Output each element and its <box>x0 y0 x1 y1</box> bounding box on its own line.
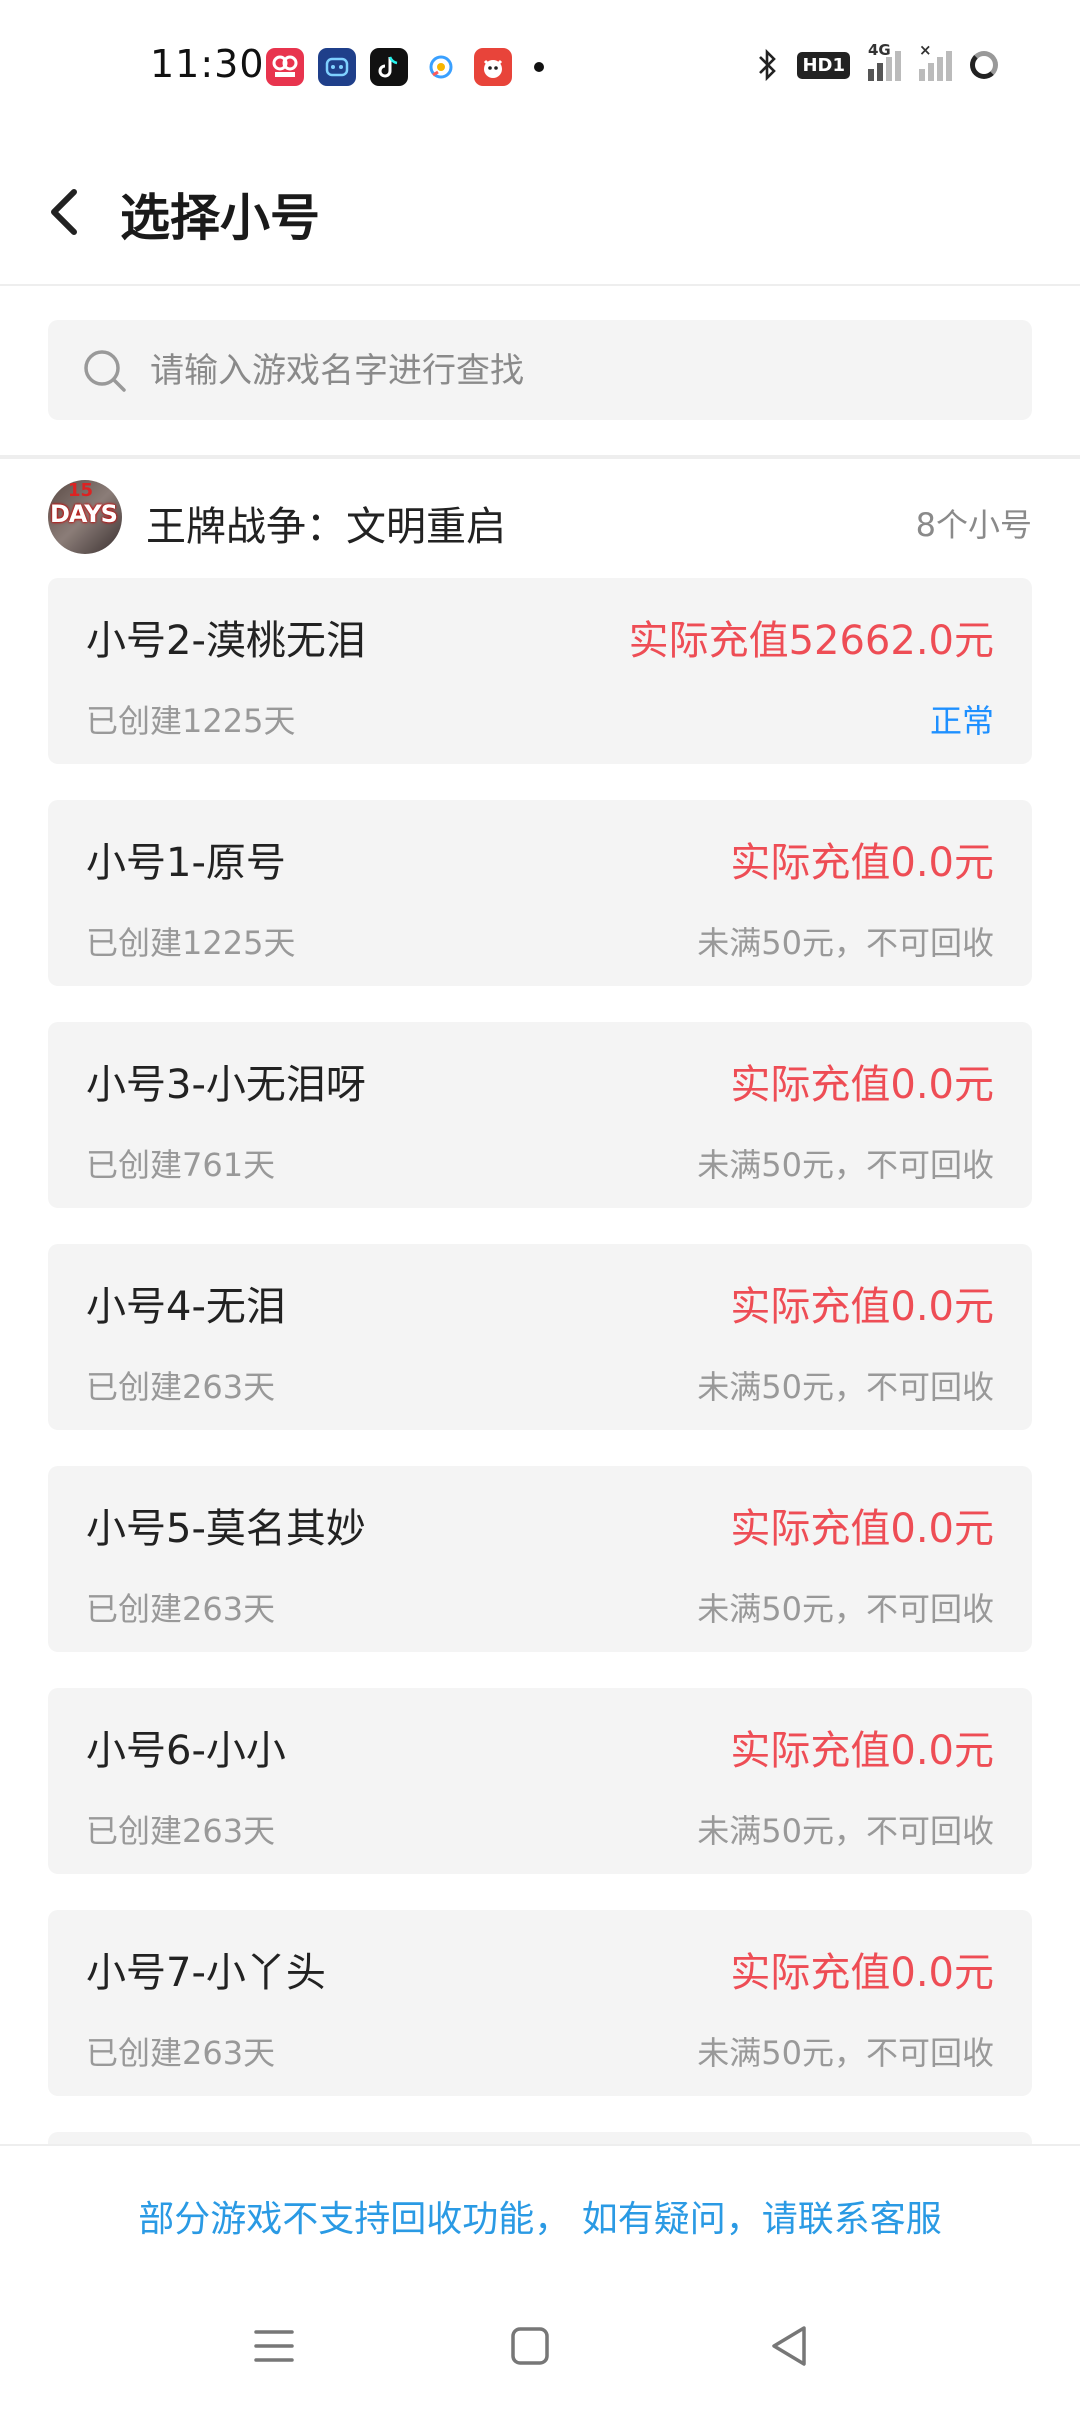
recharge-amount: 实际充值0.0元 <box>730 840 994 886</box>
account-name: 小号6-小小 <box>86 1728 286 1774</box>
support-notice-link[interactable]: 部分游戏不支持回收功能， 如有疑问，请联系客服 <box>0 2190 1080 2242</box>
section-divider <box>0 455 1080 459</box>
recharge-amount: 实际充值0.0元 <box>730 1284 994 1330</box>
account-card[interactable]: 小号6-小小 实际充值0.0元 已创建263天 未满50元，不可回收 <box>48 1688 1032 1874</box>
system-icons: HD1 4G × <box>755 41 998 82</box>
hd-voice-icon: HD1 <box>797 51 850 79</box>
robot-app-icon <box>318 48 356 86</box>
game-avatar: 15 DAYS <box>48 480 122 554</box>
search-input[interactable] <box>148 340 992 402</box>
account-name: 小号7-小丫头 <box>86 1950 326 1996</box>
mascot-app-icon <box>474 48 512 86</box>
home-icon[interactable] <box>500 2316 560 2376</box>
account-card[interactable]: 小号7-小丫头 实际充值0.0元 已创建263天 未满50元，不可回收 <box>48 1910 1032 2096</box>
menu-icon[interactable] <box>244 2316 304 2376</box>
tiktok-icon <box>370 48 408 86</box>
account-status: 未满50元，不可回收 <box>697 2034 994 2072</box>
more-notifications-icon <box>534 62 544 72</box>
account-status: 未满50元，不可回收 <box>697 1812 994 1850</box>
created-days: 已创建263天 <box>86 1368 276 1406</box>
account-status: 未满50元，不可回收 <box>697 1368 994 1406</box>
back-arrow-icon[interactable] <box>38 172 98 252</box>
account-card[interactable]: 小号1-原号 实际充值0.0元 已创建1225天 未满50元，不可回收 <box>48 800 1032 986</box>
account-name: 小号5-莫名其妙 <box>86 1506 366 1552</box>
created-days: 已创建263天 <box>86 1590 276 1628</box>
account-count: 8个小号 <box>915 506 1032 544</box>
account-name: 小号3-小无泪呀 <box>86 1062 366 1108</box>
account-status: 未满50元，不可回收 <box>697 1146 994 1184</box>
created-days: 已创建1225天 <box>86 702 296 740</box>
search-icon <box>84 350 126 392</box>
status-time: 11:30 <box>150 42 265 86</box>
browser-app-icon <box>422 48 460 86</box>
recharge-amount: 实际充值0.0元 <box>730 1950 994 1996</box>
account-card[interactable]: 小号3-小无泪呀 实际充值0.0元 已创建761天 未满50元，不可回收 <box>48 1022 1032 1208</box>
account-name: 小号4-无泪 <box>86 1284 286 1330</box>
account-name: 小号1-原号 <box>86 840 286 886</box>
video-app-icon <box>266 48 304 86</box>
created-days: 已创建1225天 <box>86 924 296 962</box>
account-card[interactable]: 小号5-莫名其妙 实际充值0.0元 已创建263天 未满50元，不可回收 <box>48 1466 1032 1652</box>
notification-icons <box>266 48 544 86</box>
app-header: 选择小号 <box>0 140 1080 286</box>
back-triangle-icon[interactable] <box>760 2316 820 2376</box>
account-status: 未满50元，不可回收 <box>697 924 994 962</box>
recharge-amount: 实际充值0.0元 <box>730 1062 994 1108</box>
search-bar[interactable] <box>48 320 1032 420</box>
account-name: 小号2-漠桃无泪 <box>86 618 366 664</box>
game-header: 15 DAYS 王牌战争：文明重启 8个小号 <box>48 480 1032 556</box>
system-nav-bar <box>0 2284 1080 2412</box>
created-days: 已创建263天 <box>86 2034 276 2072</box>
signal-no-service-icon: × <box>919 41 952 81</box>
recharge-amount: 实际充值0.0元 <box>730 1506 994 1552</box>
bluetooth-icon <box>759 48 777 82</box>
recharge-amount: 实际充值0.0元 <box>730 1728 994 1774</box>
footer-notice-bar: 部分游戏不支持回收功能， 如有疑问，请联系客服 <box>0 2144 1080 2286</box>
account-status: 正常 <box>929 702 994 740</box>
account-card[interactable]: 小号2-漠桃无泪 实际充值52662.0元 已创建1225天 正常 <box>48 578 1032 764</box>
page-title: 选择小号 <box>120 189 320 247</box>
status-bar: 11:30 HD1 4G × <box>0 0 1080 140</box>
signal-4g-icon: 4G <box>868 41 901 81</box>
account-card[interactable]: 小号4-无泪 实际充值0.0元 已创建263天 未满50元，不可回收 <box>48 1244 1032 1430</box>
created-days: 已创建761天 <box>86 1146 276 1184</box>
account-status: 未满50元，不可回收 <box>697 1590 994 1628</box>
game-name: 王牌战争：文明重启 <box>146 504 506 550</box>
recharge-amount: 实际充值52662.0元 <box>628 618 994 664</box>
battery-icon <box>970 51 998 79</box>
created-days: 已创建263天 <box>86 1812 276 1850</box>
